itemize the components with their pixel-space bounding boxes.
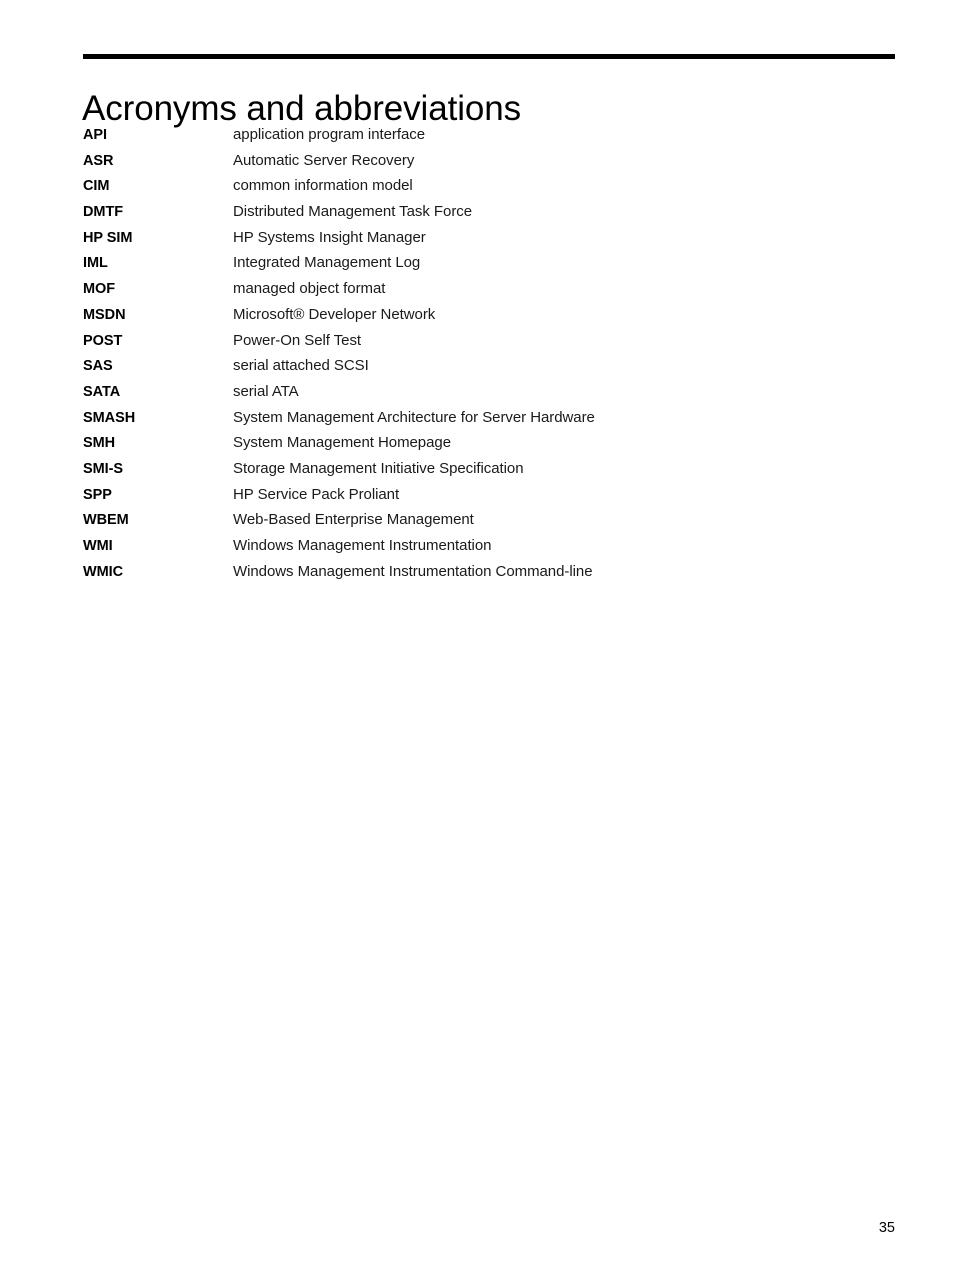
glossary-definition: Distributed Management Task Force	[233, 203, 473, 221]
glossary-row: SMH System Management Homepage	[83, 430, 895, 456]
glossary-row: POST Power-On Self Test	[83, 328, 895, 354]
glossary-definition: serial attached SCSI	[233, 357, 369, 375]
glossary-term: SMH	[83, 435, 116, 452]
glossary-term: MSDN	[83, 306, 126, 323]
glossary-term: SATA	[83, 383, 121, 400]
glossary-row: MOF managed object format	[83, 276, 895, 302]
glossary-definition: HP Systems Insight Manager	[233, 228, 426, 246]
glossary-term: API	[83, 127, 108, 143]
glossary-row: MSDN Microsoft® Developer Network	[83, 302, 895, 328]
page-number: 35	[878, 1220, 895, 1236]
glossary-definition: System Management Architecture for Serve…	[233, 408, 595, 426]
glossary-definition: Storage Management Initiative Specificat…	[233, 459, 524, 477]
glossary-row: SMASH System Management Architecture for …	[83, 405, 895, 431]
glossary-row: SAS serial attached SCSI	[83, 353, 895, 379]
glossary-term: MOF	[83, 281, 116, 298]
glossary-row: API application program interface	[83, 122, 895, 148]
glossary-term: SPP	[83, 486, 112, 503]
glossary-row: WBEM Web-Based Enterprise Management	[83, 507, 895, 533]
glossary-term: WBEM	[83, 512, 129, 529]
glossary-row: WMI Windows Management Instrumentation	[83, 533, 895, 559]
glossary-row: IML Integrated Management Log	[83, 250, 895, 276]
glossary-definition: Windows Management Instrumentation	[233, 537, 492, 554]
acronym-glossary-list: API application program interface ASR Autom…	[83, 122, 895, 584]
glossary-term: POST	[83, 332, 123, 349]
glossary-row: SATA serial ATA	[83, 379, 895, 405]
glossary-definition: Web-Based Enterprise Management	[233, 511, 474, 529]
glossary-row: CIM common information model	[83, 173, 895, 199]
glossary-row: ASR Automatic Server Recovery	[83, 148, 895, 174]
glossary-term: SAS	[83, 358, 113, 375]
glossary-term: SMASH	[83, 409, 136, 426]
glossary-row: WMIC Windows Management Instrumentation C…	[83, 559, 895, 585]
glossary-term: ASR	[83, 152, 114, 169]
glossary-term: WMIC	[83, 563, 124, 580]
glossary-row: SPP HP Service Pack Proliant	[83, 482, 895, 508]
glossary-definition: Windows Management Instrumentation Comma…	[233, 562, 593, 580]
glossary-term: WMI	[83, 538, 113, 554]
glossary-row: HP SIM HP Systems Insight Manager	[83, 225, 895, 251]
glossary-definition: Microsoft® Developer Network	[233, 305, 436, 323]
glossary-definition: System Management Homepage	[233, 434, 451, 452]
glossary-definition: application program interface	[233, 126, 425, 143]
glossary-definition: serial ATA	[233, 382, 299, 400]
glossary-definition: Integrated Management Log	[233, 254, 421, 272]
glossary-term: SMI-S	[83, 460, 124, 477]
glossary-definition: managed object format	[233, 280, 386, 298]
glossary-definition: Power-On Self Test	[233, 331, 362, 349]
glossary-term: IML	[83, 255, 108, 272]
glossary-definition: common information model	[233, 177, 413, 195]
glossary-row: DMTF Distributed Management Task Force	[83, 199, 895, 225]
glossary-row: SMI-S Storage Management Initiative Speci…	[83, 456, 895, 482]
glossary-definition: Automatic Server Recovery	[233, 151, 415, 169]
glossary-term: DMTF	[83, 204, 124, 221]
glossary-term: HP SIM	[83, 229, 133, 246]
glossary-definition: HP Service Pack Proliant	[233, 485, 400, 503]
title-divider-rule	[83, 54, 895, 59]
document-page: Acronyms and abbreviations API applicatio…	[0, 0, 954, 1271]
glossary-term: CIM	[83, 178, 110, 195]
